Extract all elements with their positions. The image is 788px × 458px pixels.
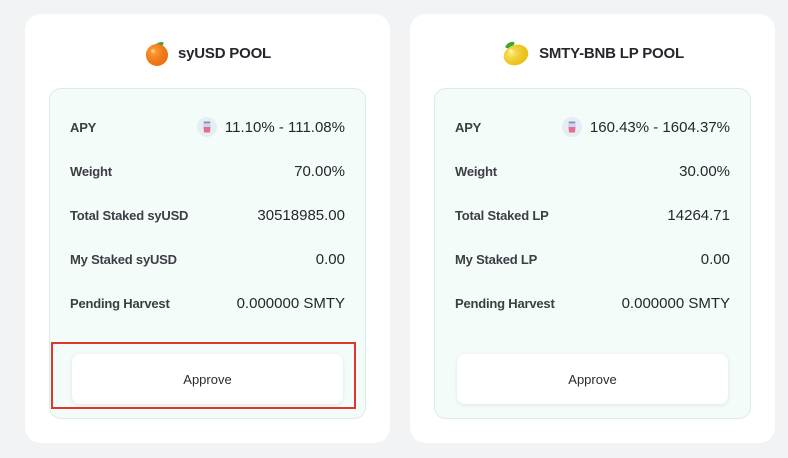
stat-row-apy: APY 11.10% - 111.08% <box>70 115 345 139</box>
pool-header: syUSD POOL <box>25 36 390 70</box>
approve-button[interactable]: Approve <box>72 354 343 404</box>
approve-button[interactable]: Approve <box>457 354 728 404</box>
stat-row-weight: Weight 30.00% <box>455 159 730 183</box>
stat-label: Weight <box>455 163 497 179</box>
pool-card-syusd: syUSD POOL APY 11.10% - 111.08% Weight 7… <box>25 14 390 443</box>
pool-stats-panel: APY 160.43% - 1604.37% Weight 30.00% Tot… <box>434 88 751 419</box>
stat-value: 70.00% <box>294 162 345 180</box>
stat-row-total-staked: Total Staked syUSD 30518985.00 <box>70 203 345 227</box>
lemon-icon <box>501 39 531 67</box>
stat-label: APY <box>455 119 482 135</box>
apy-calculator-icon[interactable] <box>196 117 217 137</box>
stat-label: Pending Harvest <box>455 295 555 311</box>
stat-value: 160.43% - 1604.37% <box>589 118 730 136</box>
stat-label: Total Staked LP <box>455 207 549 223</box>
stat-value: 14264.71 <box>667 206 730 224</box>
stat-value: 30518985.00 <box>257 206 345 224</box>
stat-label: My Staked syUSD <box>70 251 177 267</box>
stat-value: 11.10% - 111.08% <box>224 118 345 136</box>
stat-row-total-staked: Total Staked LP 14264.71 <box>455 203 730 227</box>
stat-label: Pending Harvest <box>70 295 170 311</box>
stat-value: 0.00 <box>700 250 730 268</box>
pool-title: syUSD POOL <box>177 44 272 62</box>
stat-value: 0.000000 SMTY <box>236 294 345 312</box>
stat-row-pending-harvest: Pending Harvest 0.000000 SMTY <box>455 291 730 315</box>
stat-label: APY <box>70 119 97 135</box>
pool-title: SMTY-BNB LP POOL <box>539 44 684 62</box>
stat-label: My Staked LP <box>455 251 538 267</box>
stat-row-my-staked: My Staked LP 0.00 <box>455 247 730 271</box>
stat-row-apy: APY 160.43% - 1604.37% <box>455 115 730 139</box>
stat-row-weight: Weight 70.00% <box>70 159 345 183</box>
stat-value: 0.00 <box>315 250 345 268</box>
pool-stats-panel: APY 11.10% - 111.08% Weight 70.00% Total… <box>49 88 366 419</box>
orange-icon <box>144 39 170 67</box>
apy-calculator-icon[interactable] <box>561 117 582 137</box>
stat-value: 0.000000 SMTY <box>621 294 730 312</box>
stat-value: 30.00% <box>679 162 730 180</box>
stat-label: Total Staked syUSD <box>70 207 189 223</box>
stat-row-pending-harvest: Pending Harvest 0.000000 SMTY <box>70 291 345 315</box>
pool-header: SMTY-BNB LP POOL <box>410 36 775 70</box>
stat-row-my-staked: My Staked syUSD 0.00 <box>70 247 345 271</box>
pool-card-smty-bnb-lp: SMTY-BNB LP POOL APY 160.43% - 1604.37% … <box>410 14 775 443</box>
stat-label: Weight <box>70 163 112 179</box>
